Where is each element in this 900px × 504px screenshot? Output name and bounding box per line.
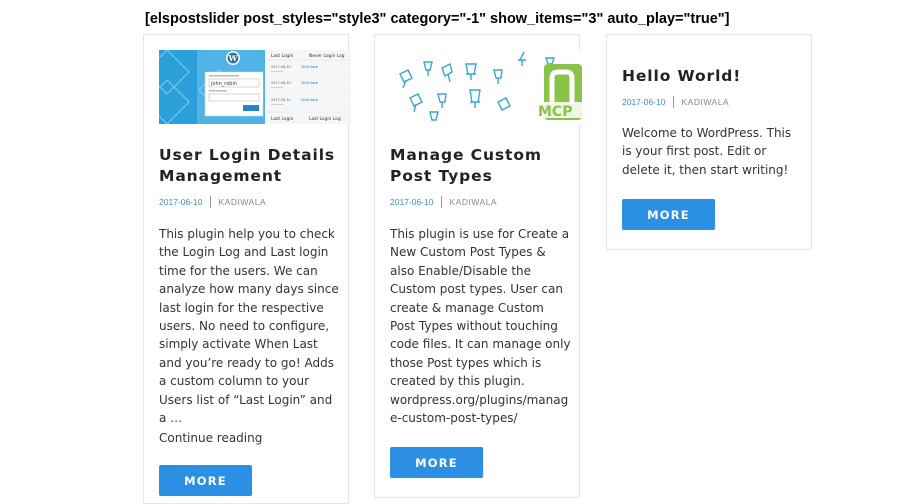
post-thumbnail[interactable]: W john_robin Last Login Never Login Log … (159, 50, 351, 124)
svg-text:Last Login Log: Last Login Log (309, 116, 341, 122)
svg-text:2017-06-10: 2017-06-10 (271, 81, 291, 85)
post-card-user-login: W john_robin Last Login Never Login Log … (143, 34, 351, 504)
meta-divider (673, 96, 675, 108)
meta-divider (210, 196, 212, 208)
post-excerpt: This plugin is use for Create a New Cust… (390, 227, 571, 426)
svg-text:Never Login Log: Never Login Log (309, 53, 345, 59)
username-value: john_robin (210, 81, 237, 87)
post-excerpt: This plugin help you to check the Login … (159, 227, 339, 426)
continue-reading-link[interactable]: Continue reading (159, 431, 262, 445)
post-meta: 2017-06-10 KADIWALA (390, 196, 497, 208)
post-card-hello-world: Hello World! 2017-06-10 KADIWALA Welcome … (606, 34, 812, 250)
svg-text:2017-06-10: 2017-06-10 (271, 98, 291, 102)
svg-text:2017-06-10: 2017-06-10 (271, 65, 291, 69)
post-author[interactable]: KADIWALA (449, 197, 497, 207)
svg-text:Last Login: Last Login (271, 53, 294, 59)
login-screenshot-image: W john_robin Last Login Never Login Log … (159, 50, 351, 124)
post-meta: 2017-06-10 KADIWALA (159, 196, 266, 208)
svg-text:Last Login: Last Login (271, 116, 294, 122)
post-title[interactable]: User Login Details Management (159, 145, 339, 187)
svg-text:Click here: Click here (301, 98, 318, 102)
post-date[interactable]: 2017-06-10 (390, 197, 433, 207)
more-button[interactable]: MORE (622, 199, 715, 230)
more-button[interactable]: MORE (390, 447, 483, 478)
post-title[interactable]: Hello World! (622, 66, 802, 87)
post-author[interactable]: KADIWALA (218, 197, 266, 207)
mcp-badge-text: MCP (538, 104, 572, 120)
more-button[interactable]: MORE (159, 465, 252, 496)
post-meta: 2017-06-10 KADIWALA (622, 96, 729, 108)
wordpress-logo-icon: W (228, 53, 239, 63)
svg-text:Click here: Click here (301, 81, 318, 85)
post-card-manage-cpt: MCP Manage Custom Post Types 2017-06-10 K… (374, 34, 582, 498)
post-date[interactable]: 2017-06-10 (622, 97, 665, 107)
post-title[interactable]: Manage Custom Post Types (390, 145, 570, 187)
post-author[interactable]: KADIWALA (681, 97, 729, 107)
post-thumbnail[interactable]: MCP (390, 50, 582, 124)
svg-text:Click here: Click here (301, 65, 318, 69)
meta-divider (441, 196, 443, 208)
shortcode-text: [elspostslider post_styles="style3" cate… (145, 11, 730, 27)
post-excerpt: Welcome to WordPress. This is your first… (622, 126, 792, 177)
pushpins-illustration-image: MCP (390, 50, 582, 124)
post-date[interactable]: 2017-06-10 (159, 197, 202, 207)
